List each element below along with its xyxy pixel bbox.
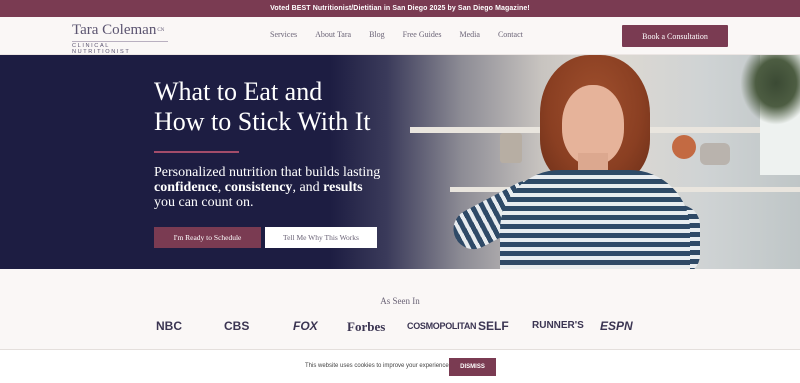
espn-logo: ESPN: [600, 319, 633, 333]
book-consultation-button[interactable]: Book a Consultation: [622, 25, 728, 47]
hero-subtitle: Personalized nutrition that builds lasti…: [154, 165, 381, 210]
nav-free-guides[interactable]: Free Guides: [403, 30, 442, 39]
nav-services[interactable]: Services: [270, 30, 297, 39]
forbes-logo: Forbes: [347, 319, 386, 334]
cookie-text: This website uses cookies to improve you…: [305, 363, 451, 369]
nav-blog[interactable]: Blog: [369, 30, 385, 39]
cosmopolitan-logo: COSMOPOLITAN: [407, 321, 477, 331]
announcement-text: Voted BEST Nutritionist/Dietitian in San…: [270, 5, 530, 12]
site-logo[interactable]: Tara ColemanCN CLINICAL NUTRITIONIST: [72, 23, 168, 55]
fox-logo: FOX: [293, 319, 318, 333]
announcement-bar: Voted BEST Nutritionist/Dietitian in San…: [0, 0, 800, 17]
plant: [740, 55, 800, 125]
runners-world-logo: RUNNER'S: [532, 320, 584, 331]
person-torso: [500, 170, 690, 269]
self-logo: SELF: [478, 319, 509, 333]
nbc-logo: NBC: [156, 319, 182, 333]
kettle: [700, 143, 730, 165]
press-logos: NBC CBS FOX Forbes COSMOPOLITAN SELF RUN…: [0, 319, 800, 335]
dismiss-button[interactable]: DISMISS: [449, 358, 496, 376]
logo-subtitle: CLINICAL NUTRITIONIST: [72, 41, 168, 55]
press-title: As Seen In: [380, 296, 420, 306]
site-header: Tara ColemanCN CLINICAL NUTRITIONIST Ser…: [0, 17, 800, 55]
hero-text: What to Eat and How to Stick With It Per…: [154, 77, 414, 210]
logo-suffix: CN: [157, 28, 165, 33]
main-nav: Services About Tara Blog Free Guides Med…: [270, 30, 541, 39]
hero-divider: [154, 151, 239, 153]
nav-media[interactable]: Media: [460, 30, 480, 39]
logo-name: Tara Coleman: [72, 22, 157, 38]
hero-title: What to Eat and How to Stick With It: [154, 77, 371, 136]
bowl: [672, 135, 696, 159]
press-section: As Seen In NBC CBS FOX Forbes COSMOPOLIT…: [0, 269, 800, 349]
jar: [500, 133, 522, 163]
why-this-works-button[interactable]: Tell Me Why This Works: [265, 227, 377, 248]
cookie-banner: This website uses cookies to improve you…: [0, 349, 800, 383]
cbs-logo: CBS: [224, 319, 250, 333]
nav-contact[interactable]: Contact: [498, 30, 523, 39]
nav-about-tara[interactable]: About Tara: [315, 30, 351, 39]
ready-to-schedule-button[interactable]: I'm Ready to Schedule: [154, 227, 261, 248]
hero-section: What to Eat and How to Stick With It Per…: [0, 55, 800, 269]
